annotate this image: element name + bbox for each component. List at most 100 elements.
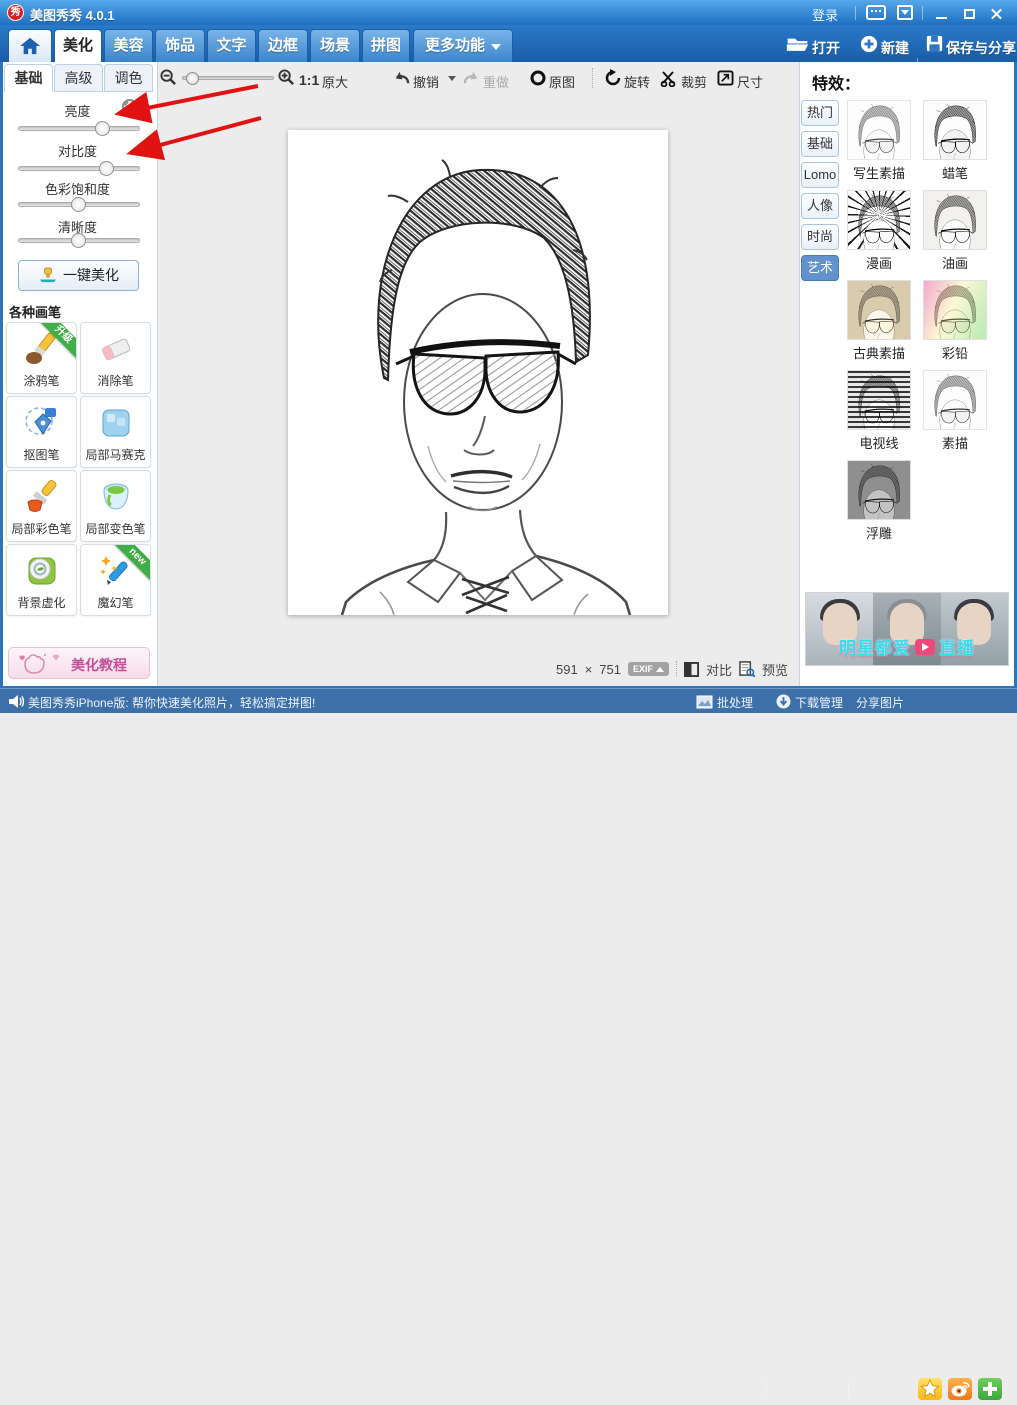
brush-partial-color-pen[interactable]: 局部彩色笔 — [6, 470, 77, 542]
contrast-slider[interactable] — [18, 166, 140, 171]
category-fashion[interactable]: 时尚 — [801, 224, 839, 250]
tab-collage[interactable]: 拼图 — [362, 29, 410, 62]
brush-magic-pen[interactable]: new 魔幻笔 — [80, 544, 151, 616]
save-icon[interactable] — [926, 35, 943, 57]
maximize-button[interactable] — [960, 7, 980, 21]
stamp-icon — [38, 267, 58, 283]
crop-button[interactable]: 裁剪 — [681, 72, 707, 91]
main-nav-bar: 美化 美容 饰品 文字 边框 场景 拼图 更多功能 打开 新建 保存与分享 — [0, 25, 1017, 62]
effect-label: 浮雕 — [841, 523, 917, 542]
tab-frames[interactable]: 边框 — [258, 29, 308, 62]
compare-icon[interactable] — [684, 662, 699, 677]
contrast-slider-handle[interactable] — [99, 161, 114, 176]
exif-badge[interactable]: EXIF — [628, 662, 669, 676]
sharpness-slider[interactable] — [18, 238, 140, 243]
eraser-icon — [97, 330, 135, 368]
saturation-slider-handle[interactable] — [71, 197, 86, 212]
tab-basic[interactable]: 基础 — [4, 64, 53, 92]
brushes-header: 各种画笔 — [9, 302, 61, 321]
undo-icon[interactable] — [392, 69, 411, 92]
effect-thumb-sketch[interactable] — [923, 370, 987, 430]
effect-thumb-emboss[interactable] — [847, 460, 911, 520]
original-image-icon[interactable] — [530, 70, 546, 91]
preview-button[interactable]: 预览 — [762, 660, 788, 679]
tab-beautify[interactable]: 美化 — [54, 29, 102, 62]
weibo-icon[interactable] — [948, 1378, 972, 1400]
tab-more-features[interactable]: 更多功能 — [413, 29, 513, 62]
rotate-button[interactable]: 旋转 — [624, 72, 650, 91]
tab-advanced[interactable]: 高级 — [54, 64, 103, 92]
close-button[interactable] — [987, 7, 1007, 21]
brush-partial-recolor-pen[interactable]: 局部变色笔 — [80, 470, 151, 542]
open-icon[interactable] — [786, 35, 809, 57]
zoom-out-icon[interactable] — [160, 69, 177, 91]
login-link[interactable]: 登录 — [812, 5, 838, 24]
redo-button: 重做 — [483, 72, 509, 91]
category-basic[interactable]: 基础 — [801, 131, 839, 157]
compare-button[interactable]: 对比 — [706, 660, 732, 679]
effect-thumb-tv-lines[interactable] — [847, 370, 911, 430]
effect-thumb-classical-sketch[interactable] — [847, 280, 911, 340]
tab-accessories[interactable]: 饰品 — [155, 29, 205, 62]
share-images-button[interactable]: 分享图片 — [856, 694, 904, 711]
new-button[interactable]: 新建 — [881, 38, 909, 58]
preview-icon[interactable] — [739, 661, 755, 677]
download-icon[interactable] — [776, 694, 791, 709]
save-share-button[interactable]: 保存与分享 — [946, 38, 1016, 58]
download-manager-button[interactable]: 下载管理 — [795, 694, 843, 711]
zoom-slider[interactable] — [182, 76, 274, 80]
brush-background-blur[interactable]: 背景虚化 — [6, 544, 77, 616]
beautify-tutorial-button[interactable]: 美化教程 — [8, 647, 150, 679]
rotate-icon[interactable] — [604, 69, 622, 92]
undo-button[interactable]: 撤销 — [413, 72, 439, 91]
toolbar-divider — [592, 68, 593, 88]
zoom-original-button[interactable]: 原大 — [322, 72, 348, 91]
original-image-button[interactable]: 原图 — [549, 72, 575, 91]
brush-partial-mosaic[interactable]: 局部马赛克 — [80, 396, 151, 468]
crop-icon[interactable] — [660, 69, 678, 92]
category-art[interactable]: 艺术 — [801, 255, 839, 281]
zoom-in-icon[interactable] — [278, 69, 295, 91]
qzone-icon[interactable] — [918, 1378, 942, 1400]
ad-banner[interactable]: 明星都爱 直播 — [805, 592, 1009, 666]
undo-dropdown-caret[interactable] — [448, 76, 456, 85]
tab-scenes[interactable]: 场景 — [310, 29, 360, 62]
canvas-image[interactable] — [288, 130, 668, 615]
batch-button[interactable]: 批处理 — [717, 694, 753, 711]
effect-thumb-oil-painting[interactable] — [923, 190, 987, 250]
open-button[interactable]: 打开 — [812, 38, 840, 58]
brightness-slider-handle[interactable] — [95, 121, 110, 136]
category-hot[interactable]: 热门 — [801, 100, 839, 126]
category-portrait[interactable]: 人像 — [801, 193, 839, 219]
brush-doodle-pen[interactable]: 升级 涂鸦笔 — [6, 322, 77, 394]
effect-thumb-crayon[interactable] — [923, 100, 987, 160]
effect-thumb-life-sketch[interactable] — [847, 100, 911, 160]
minimize-button[interactable] — [932, 7, 952, 21]
sharpness-slider-handle[interactable] — [71, 233, 86, 248]
new-icon[interactable] — [860, 35, 878, 58]
effect-thumb-comic[interactable] — [847, 190, 911, 250]
category-lomo[interactable]: Lomo — [801, 162, 839, 188]
zoom-slider-handle[interactable] — [186, 72, 199, 85]
brightness-slider[interactable] — [18, 126, 140, 131]
skin-menu-icon[interactable] — [897, 5, 913, 20]
brush-cutout-pen[interactable]: 抠图笔 — [6, 396, 77, 468]
feedback-chat-icon[interactable] — [866, 5, 886, 20]
one-click-beautify-button[interactable]: 一键美化 — [18, 260, 139, 291]
home-tab[interactable] — [8, 29, 52, 62]
app-title: 美图秀秀 4.0.1 — [30, 5, 115, 24]
effect-thumb-colored-pencil[interactable] — [923, 280, 987, 340]
tab-retouch[interactable]: 美容 — [104, 29, 153, 62]
batch-icon[interactable] — [696, 695, 713, 709]
add-share-icon[interactable] — [978, 1378, 1002, 1400]
tab-text[interactable]: 文字 — [207, 29, 256, 62]
effects-header: 特效： — [812, 70, 860, 94]
taskbar-message[interactable]: 美图秀秀iPhone版: 帮你快速美化照片，轻松搞定拼图! — [28, 694, 315, 711]
saturation-slider[interactable] — [18, 202, 140, 207]
brush-eraser-pen[interactable]: 消除笔 — [80, 322, 151, 394]
resize-button[interactable]: 尺寸 — [737, 72, 763, 91]
resize-icon[interactable] — [717, 70, 734, 91]
zoom-ratio-label[interactable]: 1:1 — [299, 72, 319, 88]
tab-color[interactable]: 调色 — [104, 64, 153, 92]
home-icon — [19, 36, 41, 56]
